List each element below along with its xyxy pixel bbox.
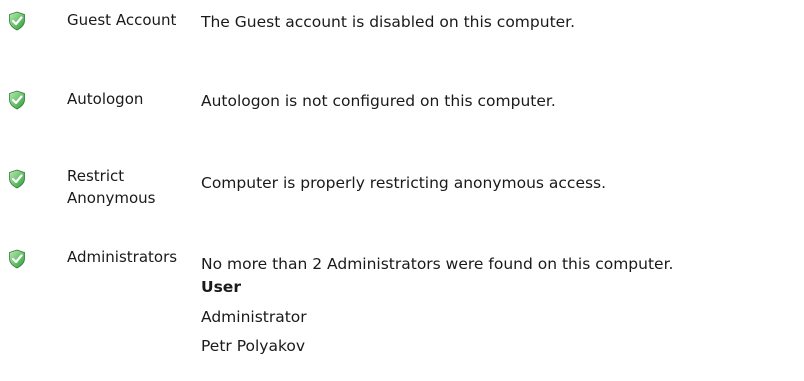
check-description: Autologon is not configured on this comp… <box>201 92 556 110</box>
check-name: Guest Account <box>67 11 177 29</box>
check-description: No more than 2 Administrators were found… <box>201 255 674 273</box>
check-description: The Guest account is disabled on this co… <box>201 13 576 31</box>
green-shield-check-icon <box>8 90 26 110</box>
user-list-item: Petr Polyakov <box>201 337 306 355</box>
user-column-header: User <box>201 278 241 296</box>
green-shield-check-icon <box>8 11 26 31</box>
check-description: Computer is properly restricting anonymo… <box>201 174 607 192</box>
administrators-user-list: User Administrator Petr Polyakov <box>201 276 307 364</box>
check-name: Autologon <box>67 90 144 108</box>
check-name: Administrators <box>67 248 178 266</box>
user-list-item: Administrator <box>201 308 307 326</box>
green-shield-check-icon <box>8 249 26 269</box>
green-shield-check-icon <box>8 169 26 189</box>
check-name: Restrict Anonymous <box>67 167 156 207</box>
